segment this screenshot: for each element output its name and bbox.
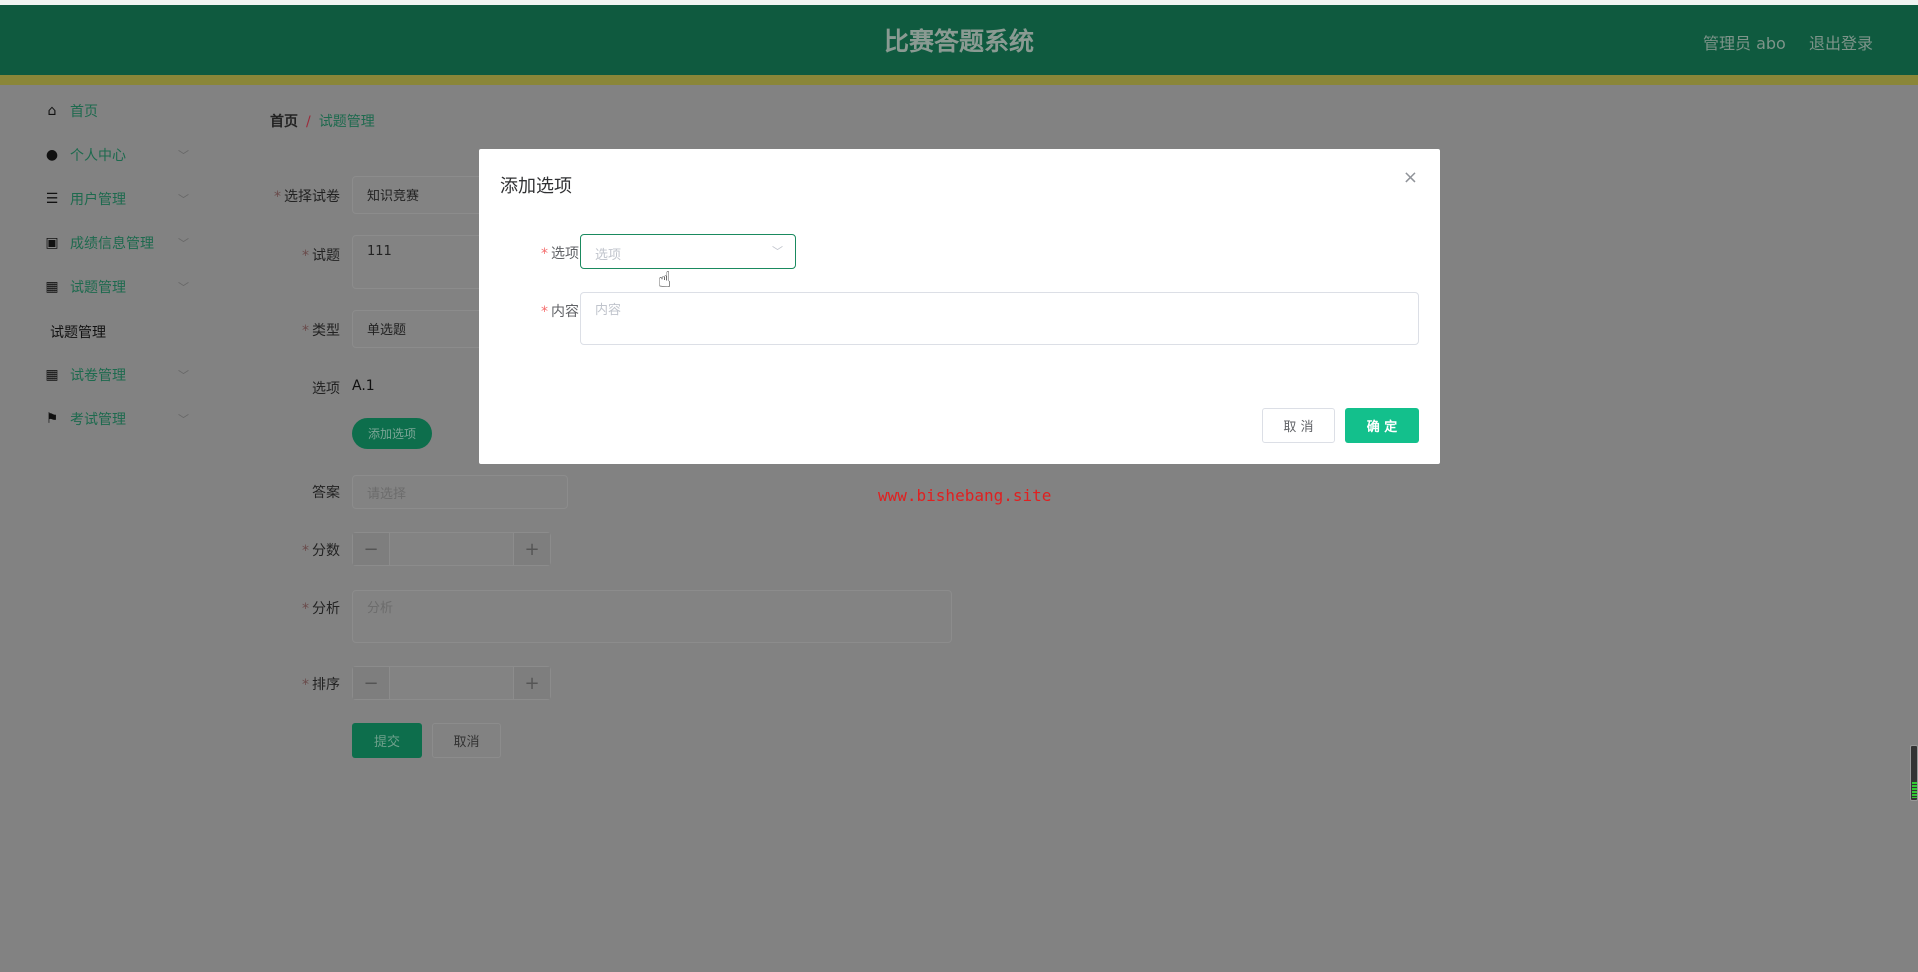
clipboard-icon: ▣ [45,235,59,251]
sidebar-item-label: 成绩信息管理 [70,236,154,252]
option-item: A.1 [352,378,375,394]
grid-icon: ▦ [45,367,59,383]
breadcrumb-separator: / [306,114,311,130]
dialog-title: 添加选项 [500,176,572,197]
score-stepper[interactable]: − + [352,532,551,566]
answer-select[interactable]: 请选择 [352,475,568,509]
sidebar-item-profile[interactable]: ● 个人中心 ﹀ [44,143,194,167]
breadcrumb-home[interactable]: 首页 [270,114,298,130]
hand-cursor-icon: ☝ [658,268,672,293]
chevron-down-icon: ﹀ [178,413,189,426]
sidebar-item-papers[interactable]: ▦ 试卷管理 ﹀ [44,363,194,387]
sidebar-item-label: 个人中心 [70,148,126,164]
analysis-label: * 分析 [302,601,340,617]
grid-icon: ▦ [45,279,59,295]
options-label: 选项 [312,381,340,397]
sidebar-subitem-questions[interactable]: 试题管理 [50,322,106,342]
submit-button[interactable]: 提交 [352,723,422,758]
watermark: www.bishebang.site [878,486,1052,505]
increment-button[interactable]: + [514,667,550,699]
decrement-button[interactable]: − [353,533,389,565]
score-label: * 分数 [302,543,340,559]
header-accent-bar [0,75,1918,85]
sidebar-item-questions[interactable]: ▦ 试题管理 ﹀ [44,275,194,299]
list-icon: ☰ [45,191,59,207]
cancel-button[interactable]: 取消 [432,723,501,758]
close-icon[interactable]: × [1403,167,1418,188]
sidebar-item-label: 试题管理 [70,280,126,296]
sidebar-item-scores[interactable]: ▣ 成绩信息管理 ﹀ [44,231,194,255]
chevron-down-icon: ﹀ [178,369,189,382]
logout-link[interactable]: 退出登录 [1809,30,1873,54]
answer-label: 答案 [312,485,340,501]
score-input[interactable] [389,533,514,565]
option-select[interactable]: 选项 ﹀ [580,234,796,269]
option-label: * 选项 [541,246,579,262]
dialog-confirm-button[interactable]: 确 定 [1345,408,1419,443]
sidebar-item-label: 试卷管理 [70,368,126,384]
sidebar-item-label: 首页 [70,104,98,120]
question-label: * 试题 [302,248,340,264]
content-textarea[interactable]: 内容 [580,292,1419,345]
current-user: 管理员 abo [1703,34,1786,53]
add-option-dialog: 添加选项 × * 选项 选项 ﹀ * 内容 内容 取 消 确 定 [479,149,1440,464]
flag-icon: ⚑ [45,411,59,427]
order-label: * 排序 [302,677,340,693]
sidebar-item-home[interactable]: ⌂ 首页 [44,99,194,123]
breadcrumb: 首页 / 试题管理 [270,111,375,131]
order-input[interactable] [389,667,514,699]
chevron-down-icon: ﹀ [178,281,189,294]
content-label: * 内容 [541,304,579,320]
breadcrumb-current: 试题管理 [318,114,375,130]
add-option-button[interactable]: 添加选项 [352,418,432,449]
sidebar-item-label: 用户管理 [70,192,126,208]
type-label: * 类型 [302,323,340,339]
sidebar-item-exams[interactable]: ⚑ 考试管理 ﹀ [44,407,194,431]
chevron-down-icon: ﹀ [772,245,783,258]
paper-label: * 选择试卷 [274,189,340,205]
analysis-textarea[interactable]: 分析 [352,590,952,643]
home-icon: ⌂ [47,103,57,119]
chevron-down-icon: ﹀ [178,237,189,250]
increment-button[interactable]: + [514,533,550,565]
chevron-down-icon: ﹀ [178,193,189,206]
dialog-cancel-button[interactable]: 取 消 [1262,408,1335,443]
sidebar-item-users[interactable]: ☰ 用户管理 ﹀ [44,187,194,211]
scrollbar[interactable] [1910,745,1918,801]
app-title: 比赛答题系统 [883,27,1034,56]
order-stepper[interactable]: − + [352,666,551,700]
sidebar-item-label: 考试管理 [70,412,126,428]
user-icon: ● [45,147,59,163]
chevron-down-icon: ﹀ [178,149,189,162]
decrement-button[interactable]: − [353,667,389,699]
